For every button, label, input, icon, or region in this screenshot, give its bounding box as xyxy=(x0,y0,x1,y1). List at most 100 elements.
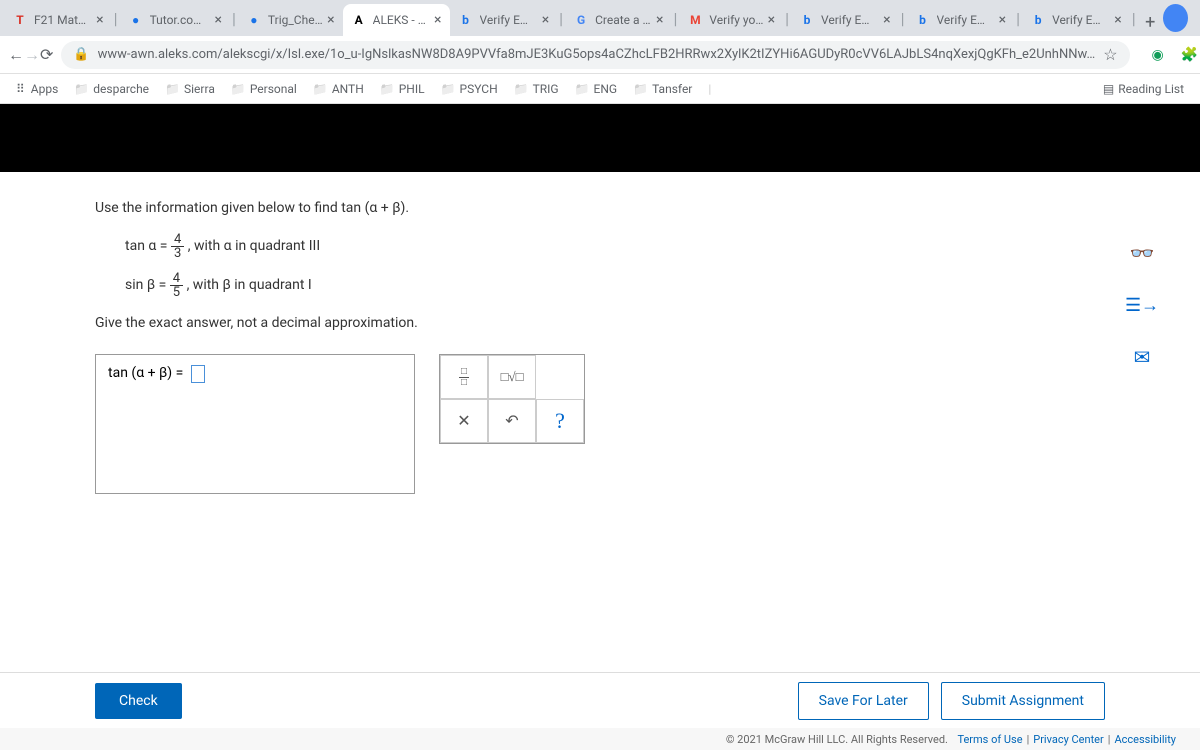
bookmark-star-icon[interactable]: ☆ xyxy=(1103,45,1117,64)
tab-2[interactable]: ● Trig_Cheat… × xyxy=(238,4,343,36)
tool-sqrt[interactable]: □√□ xyxy=(488,355,536,399)
bookmark-anth[interactable]: ANTH xyxy=(305,78,372,100)
close-icon[interactable]: × xyxy=(1114,12,1121,28)
check-button[interactable]: Check xyxy=(95,683,182,719)
mail-icon[interactable]: ✉ xyxy=(1124,339,1160,375)
url-text: www-awn.aleks.com/alekscgi/x/Isl.exe/1o_… xyxy=(98,47,1096,62)
bookmark-eng[interactable]: ENG xyxy=(567,78,626,100)
close-icon[interactable]: × xyxy=(434,12,441,28)
tab-favicon: T xyxy=(12,12,28,28)
close-icon[interactable]: × xyxy=(656,12,663,28)
extension-icons: ◉ 🧩 xyxy=(1146,41,1200,69)
tab-4[interactable]: b Verify Emai… × xyxy=(450,4,558,36)
bookmark-trig[interactable]: TRIG xyxy=(506,78,567,100)
save-for-later-button[interactable]: Save For Later xyxy=(798,682,929,720)
tab-title: ALEKS - An… xyxy=(373,13,430,27)
tab-title: Verify Emai… xyxy=(821,13,879,27)
tab-favicon: b xyxy=(1030,12,1046,28)
tab-favicon: A xyxy=(351,12,367,28)
close-icon[interactable]: × xyxy=(542,12,549,28)
tab-0[interactable]: TF21 Math 2…× xyxy=(4,4,112,36)
forward-button[interactable]: → xyxy=(24,41,40,69)
math-tool-palette: □□ □√□ ✕ ↶ ? xyxy=(439,354,585,444)
footer-bar: Check Save For Later Submit Assignment xyxy=(0,672,1200,728)
tab-1[interactable]: ● Tutor.com L… × xyxy=(120,4,230,36)
bookmark-phil[interactable]: PHIL xyxy=(372,78,433,100)
tool-clear[interactable]: ✕ xyxy=(440,399,488,443)
url-input[interactable]: 🔒 www-awn.aleks.com/alekscgi/x/Isl.exe/1… xyxy=(61,41,1129,69)
tab-7[interactable]: b Verify Emai… × xyxy=(791,4,899,36)
tab-title: Verify Emai… xyxy=(1052,13,1110,27)
close-icon[interactable]: × xyxy=(768,12,775,28)
answer-box[interactable]: tan (α + β) = xyxy=(95,354,415,494)
tab-favicon: M xyxy=(687,12,703,28)
close-icon[interactable]: × xyxy=(96,12,103,28)
bookmark-tansfer[interactable]: Tansfer xyxy=(625,78,700,100)
close-icon[interactable]: × xyxy=(215,12,222,28)
tab-favicon: b xyxy=(799,12,815,28)
terms-link[interactable]: Terms of Use xyxy=(957,733,1022,746)
tab-title: Verify Emai… xyxy=(937,13,995,27)
tab-favicon: ● xyxy=(246,12,262,28)
answer-input[interactable] xyxy=(191,365,205,383)
bookmark-label: PHIL xyxy=(399,82,425,96)
reading-list-label: Reading List xyxy=(1118,82,1184,96)
tab-5[interactable]: G Create a Gr… × xyxy=(565,4,671,36)
bookmark-personal[interactable]: Personal xyxy=(223,78,305,100)
tab-title: Verify your… xyxy=(709,13,763,27)
tool-help[interactable]: ? xyxy=(536,399,584,443)
copyright-text: © 2021 McGraw Hill LLC. All Rights Reser… xyxy=(726,733,948,746)
answer-label: tan (α + β) = xyxy=(108,366,183,382)
tab-title: Verify Emai… xyxy=(480,13,538,27)
tab-title: Tutor.com L… xyxy=(150,13,211,27)
problem-line-2: sin β = 45 , with β in quadrant I xyxy=(95,272,1120,299)
problem-content: Use the information given below to find … xyxy=(0,172,1200,494)
apps-button[interactable]: ⠿Apps xyxy=(8,78,66,100)
reload-button[interactable]: ⟳ xyxy=(40,41,53,69)
tab-8[interactable]: b Verify Emai… × xyxy=(907,4,1015,36)
back-button[interactable]: ← xyxy=(8,41,24,69)
bookmark-label: TRIG xyxy=(533,82,559,96)
accessibility-link[interactable]: Accessibility xyxy=(1114,733,1176,746)
right-toolbar: 👓 ☰→ ✉ xyxy=(1124,235,1160,375)
bookmark-psych[interactable]: PSYCH xyxy=(433,78,506,100)
bookmark-label: Sierra xyxy=(184,82,215,96)
submit-assignment-button[interactable]: Submit Assignment xyxy=(941,682,1105,720)
close-icon[interactable]: × xyxy=(327,12,334,28)
lock-icon: 🔒 xyxy=(73,47,89,62)
tab-favicon: G xyxy=(573,12,589,28)
checklist-icon[interactable]: ☰→ xyxy=(1124,287,1160,323)
close-icon[interactable]: × xyxy=(999,12,1006,28)
tab-9[interactable]: b Verify Emai… × xyxy=(1022,4,1130,36)
tab-3-active[interactable]: A ALEKS - An… × xyxy=(343,4,450,36)
bookmark-desparche[interactable]: desparche xyxy=(66,78,157,100)
extensions-puzzle-icon[interactable]: 🧩 xyxy=(1178,43,1200,67)
tab-favicon: b xyxy=(915,12,931,28)
problem-intro: Use the information given below to find … xyxy=(95,196,1120,221)
profile-badge[interactable] xyxy=(1163,4,1188,32)
aleks-header xyxy=(0,104,1200,172)
glasses-icon[interactable]: 👓 xyxy=(1124,235,1160,271)
bookmark-label: Personal xyxy=(250,82,297,96)
tab-title: Trig_Cheat… xyxy=(268,13,323,27)
address-bar: ← → ⟳ 🔒 www-awn.aleks.com/alekscgi/x/Isl… xyxy=(0,36,1200,74)
reading-list-button[interactable]: Reading List xyxy=(1095,78,1192,100)
bookmark-label: Tansfer xyxy=(652,82,692,96)
tab-favicon: b xyxy=(458,12,474,28)
bookmarks-bar: ⠿Apps desparche Sierra Personal ANTH PHI… xyxy=(0,74,1200,104)
tool-fraction[interactable]: □□ xyxy=(440,355,488,399)
bookmark-label: desparche xyxy=(93,82,149,96)
problem-instruction: Give the exact answer, not a decimal app… xyxy=(95,311,1120,336)
tab-favicon: ● xyxy=(128,12,144,28)
tab-title: Create a Gr… xyxy=(595,13,652,27)
extension-icon-1[interactable]: ◉ xyxy=(1146,43,1170,67)
new-tab-button[interactable]: + xyxy=(1138,8,1163,36)
privacy-link[interactable]: Privacy Center xyxy=(1033,733,1104,746)
copyright-bar: © 2021 McGraw Hill LLC. All Rights Reser… xyxy=(0,728,1200,750)
close-icon[interactable]: × xyxy=(883,12,890,28)
tab-6[interactable]: M Verify your… × xyxy=(679,4,783,36)
bookmark-sierra[interactable]: Sierra xyxy=(157,78,223,100)
apps-label: Apps xyxy=(31,82,59,96)
bookmark-label: ENG xyxy=(594,82,618,96)
tool-undo[interactable]: ↶ xyxy=(488,399,536,443)
